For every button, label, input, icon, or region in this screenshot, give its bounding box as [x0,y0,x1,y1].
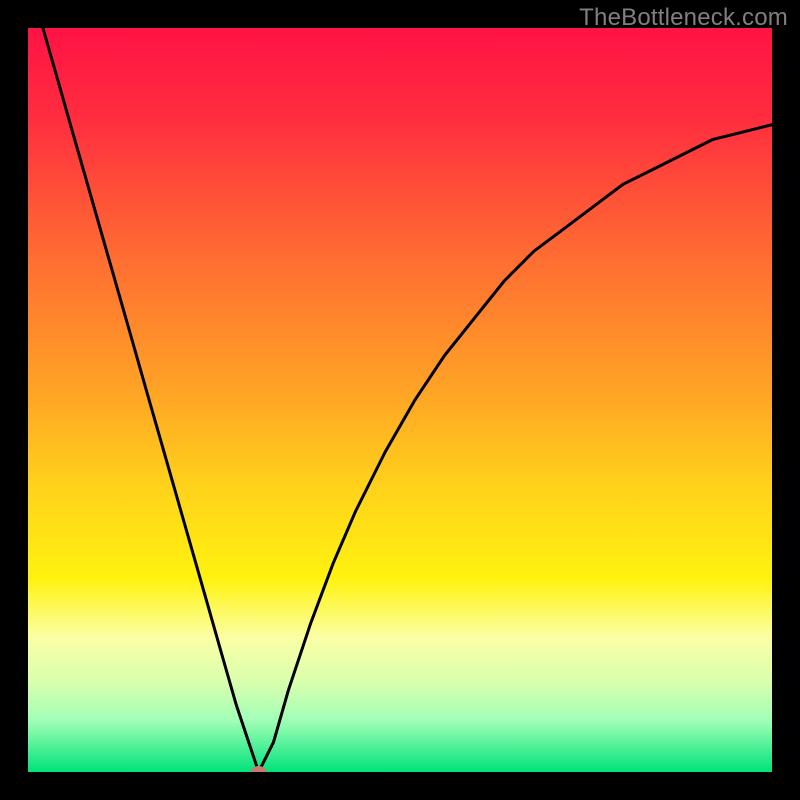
chart-background [28,28,772,772]
chart-frame: TheBottleneck.com [0,0,800,800]
watermark-text: TheBottleneck.com [579,4,788,32]
bottleneck-chart [28,28,772,772]
